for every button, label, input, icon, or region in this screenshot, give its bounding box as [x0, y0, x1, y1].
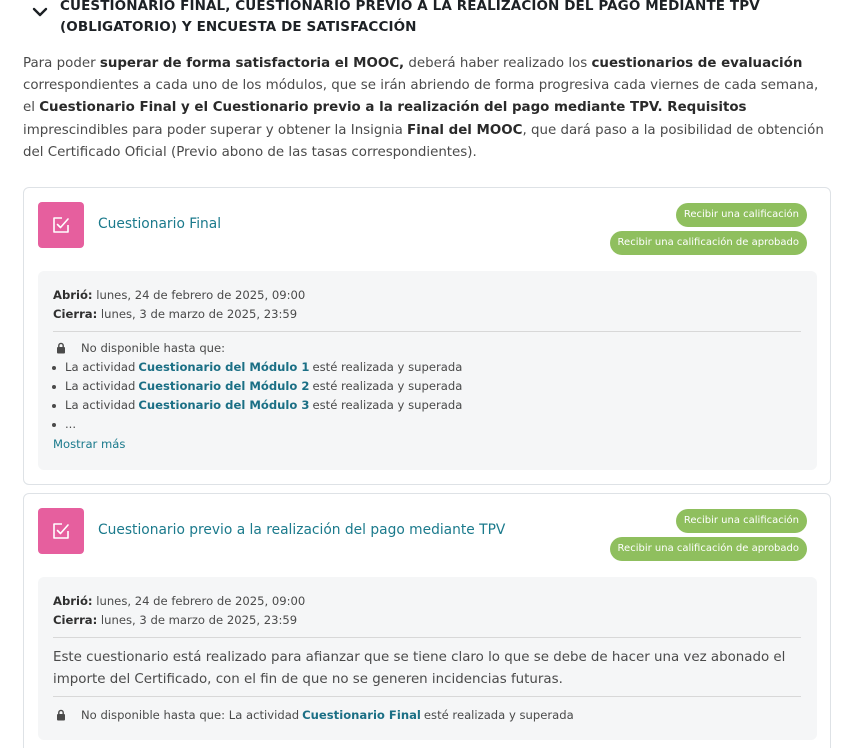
activity-info-panel: Abrió: lunes, 24 de febrero de 2025, 09:…	[38, 271, 817, 470]
lock-icon	[57, 709, 65, 721]
restriction-text: No disponible hasta que:	[81, 341, 226, 355]
section-header[interactable]: CUESTIONARIO FINAL, CUESTIONARIO PREVIO …	[30, 0, 840, 38]
checkbox-edit-icon	[53, 217, 69, 233]
restriction-suffix: esté realizada y superada	[423, 708, 574, 722]
bullet	[52, 384, 56, 389]
requirement-prefix: La actividad	[65, 398, 136, 412]
summary-bold: Cuestionario Final y el Cuestionario pre…	[39, 100, 747, 116]
section-title: CUESTIONARIO FINAL, CUESTIONARIO PREVIO …	[60, 0, 760, 35]
completion-badge-grade: Recibir una calificación	[675, 203, 807, 227]
activity-dates: Abrió: lunes, 24 de febrero de 2025, 09:…	[53, 286, 305, 324]
ellipsis: ...	[65, 417, 77, 431]
divider	[53, 637, 801, 638]
opened-date: lunes, 24 de febrero de 2025, 09:00	[92, 594, 306, 608]
requirement-suffix: esté realizada y superada	[312, 398, 463, 412]
quiz-icon[interactable]	[38, 508, 84, 554]
closes-date: lunes, 3 de marzo de 2025, 23:59	[97, 613, 298, 627]
opened-label: Abrió:	[53, 594, 93, 608]
list-item: La actividad Cuestionario del Módulo 2 e…	[38, 377, 462, 396]
bullet	[52, 403, 56, 408]
divider	[53, 696, 801, 697]
requirement-prefix: La actividad	[65, 360, 136, 374]
activity-card-cuestionario-previo-tpv: Cuestionario previo a la realización del…	[23, 493, 831, 748]
bullet	[52, 365, 56, 370]
activity-title-link[interactable]: Cuestionario Final	[98, 216, 221, 232]
checkbox-edit-icon	[53, 523, 69, 539]
requirement-link[interactable]: Cuestionario del Módulo 3	[138, 396, 309, 415]
bullet	[52, 422, 56, 427]
lock-icon	[57, 342, 65, 354]
opened-date: lunes, 24 de febrero de 2025, 09:00	[92, 288, 306, 302]
activity-title-link[interactable]: Cuestionario previo a la realización del…	[98, 522, 505, 538]
requirement-suffix: esté realizada y superada	[312, 360, 463, 374]
opened-label: Abrió:	[53, 288, 93, 302]
list-item: ...	[38, 415, 462, 434]
requirement-link[interactable]: Cuestionario del Módulo 1	[138, 358, 309, 377]
activity-card-cuestionario-final: Cuestionario Final Recibir una calificac…	[23, 187, 831, 485]
requirement-link[interactable]: Cuestionario del Módulo 2	[138, 377, 309, 396]
summary-bold: superar de forma satisfactoria el MOOC,	[99, 56, 405, 71]
section-summary: Para poder superar de forma satisfactori…	[23, 53, 833, 164]
divider	[53, 331, 801, 332]
list-item: La actividad Cuestionario del Módulo 1 e…	[38, 358, 462, 377]
closes-date: lunes, 3 de marzo de 2025, 23:59	[97, 307, 298, 321]
summary-text: deberá haber realizado los	[404, 56, 592, 71]
restriction-info: No disponible hasta que: La actividad Cu…	[53, 708, 574, 722]
summary-text: imprescindibles para poder superar y obt…	[23, 122, 408, 138]
completion-badges: Recibir una calificación Recibir una cal…	[609, 203, 807, 259]
activity-info-panel: Abrió: lunes, 24 de febrero de 2025, 09:…	[38, 577, 817, 740]
summary-text: Para poder	[23, 56, 100, 71]
requirement-suffix: esté realizada y superada	[312, 379, 463, 393]
chevron-down-icon[interactable]	[30, 2, 50, 22]
summary-bold: cuestionarios de evaluación	[591, 56, 803, 71]
closes-label: Cierra:	[53, 307, 98, 321]
requirement-prefix: La actividad	[65, 379, 136, 393]
summary-bold: Final del MOOC	[407, 122, 523, 138]
completion-badge-pass: Recibir una calificación de aprobado	[609, 537, 807, 561]
completion-badges: Recibir una calificación Recibir una cal…	[609, 509, 807, 565]
closes-label: Cierra:	[53, 613, 98, 627]
show-more-link[interactable]: Mostrar más	[53, 437, 125, 451]
completion-badge-pass: Recibir una calificación de aprobado	[609, 231, 807, 255]
activity-dates: Abrió: lunes, 24 de febrero de 2025, 09:…	[53, 592, 305, 630]
restriction-link[interactable]: Cuestionario Final	[302, 708, 421, 722]
activity-description: Este cuestionario está realizado para af…	[53, 650, 786, 687]
restriction-text: No disponible hasta que: La actividad	[81, 708, 300, 722]
quiz-icon[interactable]	[38, 202, 84, 248]
requirement-list: La actividad Cuestionario del Módulo 1 e…	[38, 358, 462, 434]
completion-badge-grade: Recibir una calificación	[675, 509, 807, 533]
list-item: La actividad Cuestionario del Módulo 3 e…	[38, 396, 462, 415]
restriction-header: No disponible hasta que:	[53, 341, 225, 355]
